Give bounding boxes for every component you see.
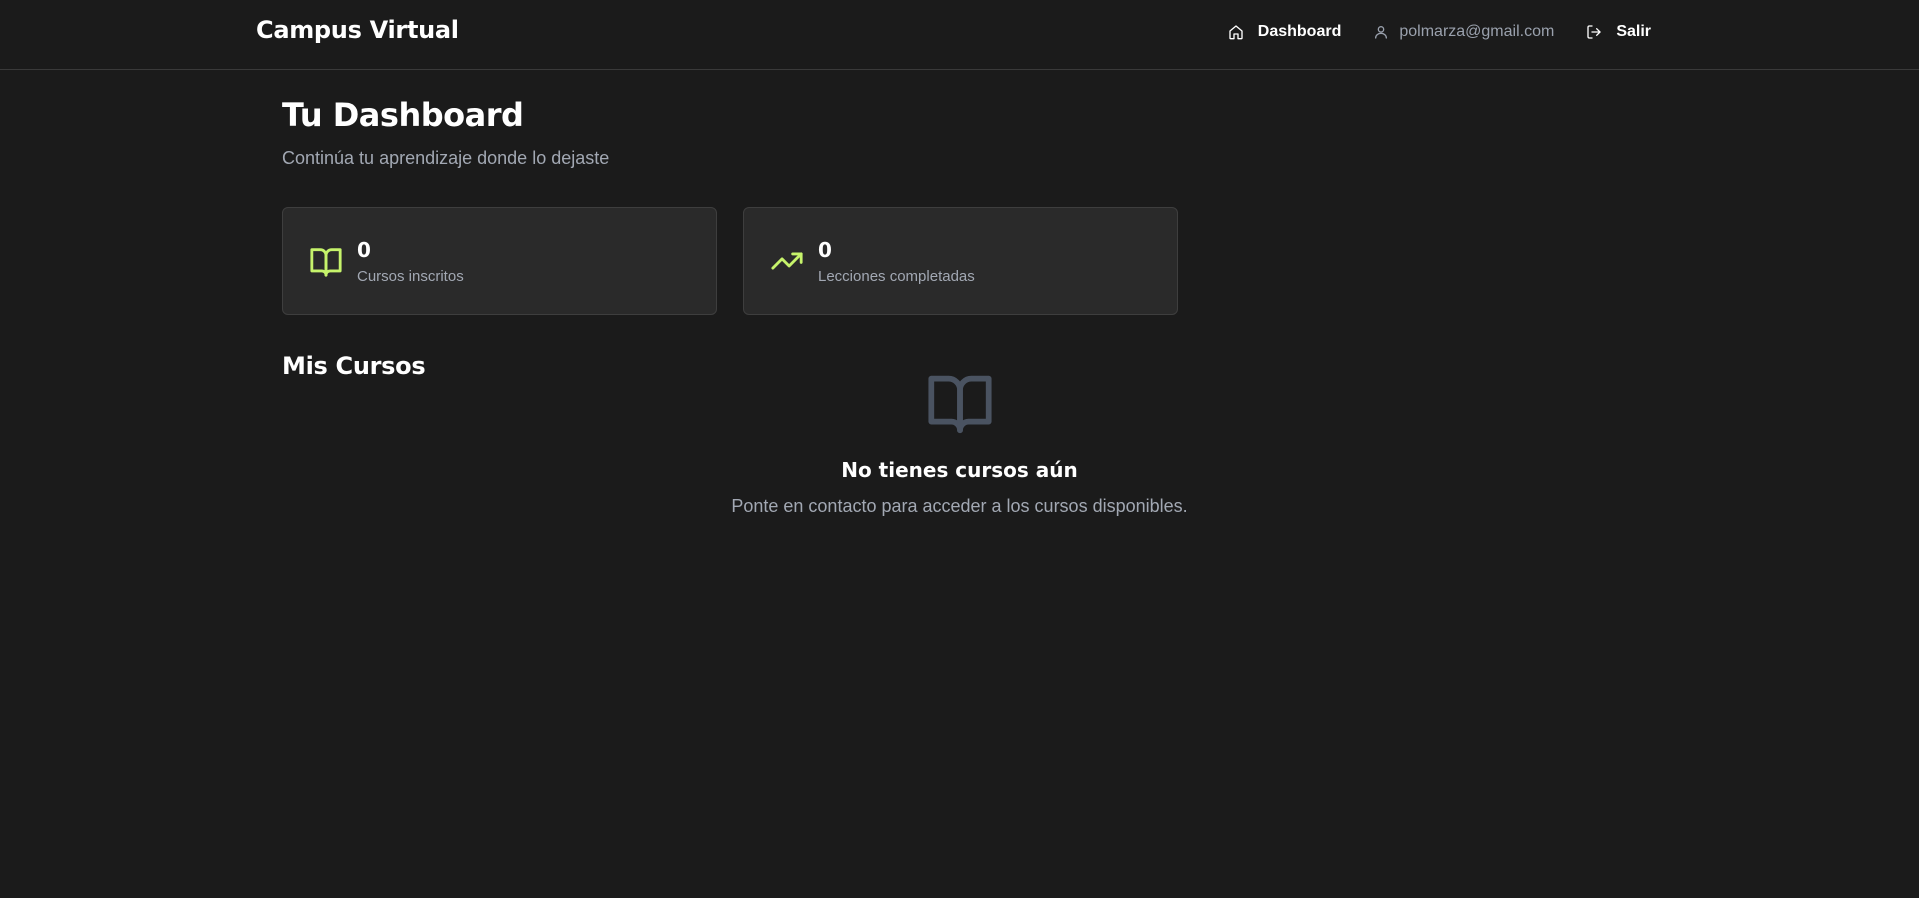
- empty-state: No tienes cursos aún Ponte en contacto p…: [0, 370, 1919, 517]
- book-open-icon: [310, 248, 342, 277]
- home-icon: [1229, 25, 1243, 40]
- page-title: Tu Dashboard: [282, 96, 524, 134]
- stat-card-courses: 0 Cursos inscritos: [282, 207, 717, 315]
- stat-label: Lecciones completadas: [818, 267, 975, 285]
- stat-label: Cursos inscritos: [357, 267, 464, 285]
- trending-up-icon: [771, 252, 803, 270]
- user-email: polmarza@gmail.com: [1399, 23, 1555, 40]
- nav-user-info: polmarza@gmail.com: [1373, 23, 1554, 41]
- empty-state-text: Ponte en contacto para acceder a los cur…: [731, 496, 1188, 516]
- stat-card-lessons: 0 Lecciones completadas: [743, 207, 1178, 315]
- stat-text: 0 Cursos inscritos: [357, 238, 464, 285]
- book-open-icon: [927, 375, 992, 434]
- logout-label: Salir: [1616, 23, 1651, 40]
- logout-button[interactable]: Salir: [1586, 23, 1651, 41]
- nav-dashboard-link[interactable]: Dashboard: [1228, 23, 1342, 41]
- nav-dashboard-label: Dashboard: [1257, 23, 1342, 40]
- empty-state-title: No tienes cursos aún: [841, 458, 1078, 482]
- main-nav: Dashboard polmarza@gmail.com Salir: [1196, 0, 1651, 64]
- stat-value: 0: [357, 237, 371, 262]
- stat-text: 0 Lecciones completadas: [818, 238, 975, 285]
- brand-logo[interactable]: Campus Virtual: [256, 16, 459, 44]
- logout-icon: [1587, 25, 1601, 39]
- page-subtitle: Continúa tu aprendizaje donde lo dejaste: [282, 148, 610, 168]
- user-icon: [1375, 26, 1388, 39]
- stat-value: 0: [818, 237, 832, 262]
- section-title-my-courses: Mis Cursos: [282, 352, 426, 380]
- stats-row: 0 Cursos inscritos 0 Lecciones completad…: [282, 207, 1204, 315]
- dashboard-main: Tu Dashboard Continúa tu aprendizaje don…: [282, 96, 1382, 380]
- top-navbar: Campus Virtual Dashboard polmarza@gmail.…: [0, 0, 1919, 70]
